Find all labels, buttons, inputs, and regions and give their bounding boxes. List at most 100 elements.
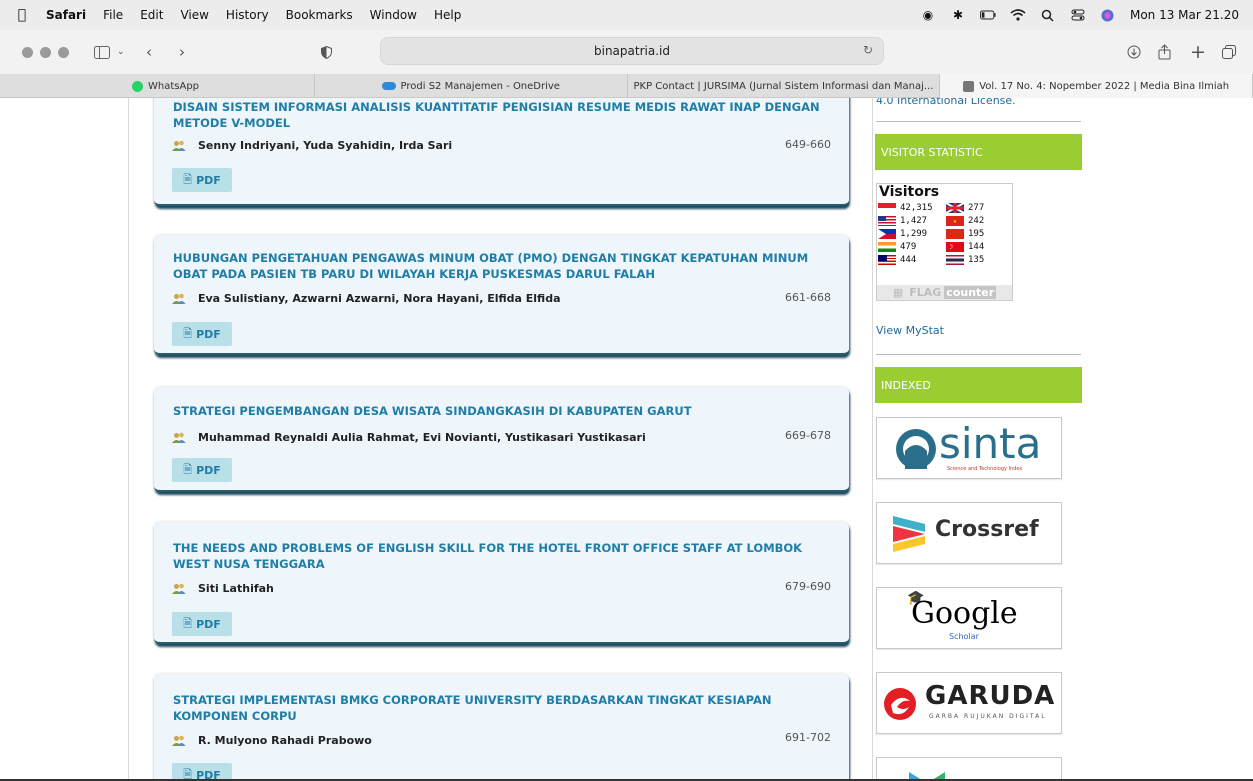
article-authors-text: R. Mulyono Rahadi Prabowo	[198, 734, 372, 747]
visitor-count-row: 444	[878, 255, 916, 265]
share-icon[interactable]	[1158, 30, 1171, 74]
pdf-button[interactable]: 🗎 PDF	[172, 322, 232, 346]
menu-window[interactable]: Window	[370, 8, 417, 22]
menu-edit[interactable]: Edit	[140, 8, 163, 22]
next-index-logo-link[interactable]	[876, 757, 1062, 781]
pdf-button[interactable]: 🗎 PDF	[172, 168, 232, 192]
indexed-heading: INDEXED	[875, 367, 1082, 403]
visitor-count: 195	[968, 229, 985, 239]
article-title-link[interactable]: DISAIN SISTEM INFORMASI ANALISIS KUANTIT…	[173, 99, 833, 131]
privacy-shield-icon[interactable]	[321, 30, 332, 74]
battery-icon[interactable]	[979, 8, 996, 22]
visitor-count-row: 1,299	[878, 229, 927, 239]
tab-overview-icon[interactable]	[1222, 30, 1236, 74]
content-left-border	[128, 98, 129, 781]
garuda-logo-text: GARUDA	[925, 681, 1056, 711]
visitors-title: Visitors	[879, 184, 940, 200]
menu-bookmarks[interactable]: Bookmarks	[286, 8, 353, 22]
control-center-icon[interactable]	[1070, 8, 1086, 22]
menubar-status-area: ◉ ✱ Mon 13 Mar 21.20	[920, 0, 1239, 30]
article-card: STRATEGI IMPLEMENTASI BMKG CORPORATE UNI…	[154, 674, 849, 781]
minimize-window-button[interactable]	[40, 46, 51, 58]
article-title-link[interactable]: THE NEEDS AND PROBLEMS OF ENGLISH SKILL …	[173, 540, 833, 572]
usa-flag-icon	[878, 216, 896, 226]
sidebar-toggle-icon[interactable]	[94, 30, 110, 74]
article-authors: R. Mulyono Rahadi Prabowo	[172, 734, 372, 747]
sidebar-divider-line	[876, 354, 1081, 355]
article-title-link[interactable]: HUBUNGAN PENGETAHUAN PENGAWAS MINUM OBAT…	[173, 250, 833, 282]
authors-icon	[172, 735, 186, 747]
google-scholar-logo-link[interactable]: Google Scholar 🎓	[876, 587, 1062, 649]
article-authors-text: Senny Indriyani, Yuda Syahidin, Irda Sar…	[198, 139, 453, 152]
article-card: DISAIN SISTEM INFORMASI ANALISIS KUANTIT…	[154, 98, 849, 206]
garuda-logo-link[interactable]: GARUDA GARBA RUJUKAN DIGITAL	[876, 672, 1062, 734]
sinta-logo-link[interactable]: sinta Science and Technology Index	[876, 417, 1062, 479]
flag-counter-text: FLAG	[909, 286, 942, 299]
tab-onedrive[interactable]: Prodi S2 Manajemen - OneDrive	[315, 74, 628, 98]
clock[interactable]: Mon 13 Mar 21.20	[1130, 8, 1239, 22]
article-title-link[interactable]: STRATEGI PENGEMBANGAN DESA WISATA SINDAN…	[173, 403, 833, 419]
new-tab-icon[interactable]: +	[1190, 30, 1206, 74]
authors-icon	[172, 432, 186, 444]
menu-app-name[interactable]: Safari	[46, 8, 86, 22]
pdf-button[interactable]: 🗎 PDF	[172, 458, 232, 482]
tab-media-bina-ilmiah[interactable]: Vol. 17 No. 4: Nopember 2022 | Media Bin…	[940, 74, 1253, 98]
visitor-count: 1,299	[900, 229, 928, 239]
article-card: THE NEEDS AND PROBLEMS OF ENGLISH SKILL …	[154, 522, 849, 644]
china-flag-icon	[946, 229, 964, 239]
page-content: DISAIN SISTEM INFORMASI ANALISIS KUANTIT…	[0, 98, 1253, 781]
close-window-button[interactable]	[22, 46, 33, 58]
tab-bar: WhatsApp Prodi S2 Manajemen - OneDrive P…	[0, 74, 1253, 98]
india-flag-icon	[878, 242, 896, 252]
reload-icon[interactable]: ↻	[863, 43, 873, 57]
thailand-flag-icon	[946, 255, 964, 265]
pdf-button-label: PDF	[196, 327, 221, 341]
article-authors-text: Siti Lathifah	[198, 582, 274, 595]
tab-label: Vol. 17 No. 4: Nopember 2022 | Media Bin…	[979, 80, 1230, 92]
spotlight-search-icon[interactable]	[1040, 8, 1056, 22]
status-app-icon[interactable]: ◉	[920, 8, 936, 22]
authors-icon	[172, 293, 186, 305]
visitor-count: 1,427	[900, 216, 928, 226]
visitor-count-row: 195	[946, 229, 984, 239]
crossref-logo-icon	[893, 516, 925, 552]
menu-file[interactable]: File	[103, 8, 123, 22]
wifi-icon[interactable]	[1010, 8, 1026, 22]
back-button[interactable]: ‹	[146, 30, 152, 74]
article-pages: 679-690	[785, 580, 831, 593]
menu-history[interactable]: History	[226, 8, 269, 22]
downloads-icon[interactable]	[1127, 30, 1141, 74]
pdf-file-icon: 🗎	[183, 172, 193, 186]
philippines-flag-icon	[878, 229, 896, 239]
tab-jursima-contact[interactable]: PKP Contact | JURSIMA (Jurnal Sistem Inf…	[628, 74, 941, 98]
menu-help[interactable]: Help	[434, 8, 461, 22]
bluetooth-icon[interactable]: ✱	[950, 8, 966, 22]
tab-whatsapp[interactable]: WhatsApp	[0, 74, 315, 98]
chevron-down-icon[interactable]: ⌄	[117, 30, 125, 74]
article-title-link[interactable]: STRATEGI IMPLEMENTASI BMKG CORPORATE UNI…	[173, 692, 833, 724]
visitor-count: 135	[968, 255, 985, 265]
pdf-button-label: PDF	[196, 617, 221, 631]
pdf-button[interactable]: 🗎 PDF	[172, 612, 232, 636]
apple-icon[interactable]: 	[14, 7, 30, 23]
view-mystat-link[interactable]: View MyStat	[876, 324, 944, 337]
article-authors: Senny Indriyani, Yuda Syahidin, Irda Sar…	[172, 139, 452, 152]
menu-view[interactable]: View	[180, 8, 208, 22]
visitor-count: 144	[968, 242, 985, 252]
window-controls	[22, 46, 69, 58]
crossref-logo-link[interactable]: Crossref	[876, 502, 1062, 564]
pdf-file-icon: 🗎	[183, 326, 193, 340]
license-link[interactable]: 4.0 International License.	[876, 98, 1016, 107]
google-logo-text: Google	[911, 596, 1018, 631]
pdf-file-icon: 🗎	[183, 462, 193, 476]
zoom-window-button[interactable]	[58, 46, 69, 58]
visitor-count: 42,315	[900, 203, 933, 213]
forward-button[interactable]: ›	[179, 30, 185, 74]
siri-icon[interactable]	[1100, 8, 1116, 22]
address-bar[interactable]: binapatria.id ↻	[380, 37, 884, 65]
visitor-count-row: 42,315	[878, 203, 933, 213]
flag-counter-widget[interactable]: Visitors 42,315 277 1,427 ★ 242 1,299 19…	[876, 183, 1013, 301]
article-card: STRATEGI PENGEMBANGAN DESA WISATA SINDAN…	[154, 387, 849, 492]
visitor-count: 479	[900, 242, 917, 252]
visitor-count-row: 277	[946, 203, 984, 213]
